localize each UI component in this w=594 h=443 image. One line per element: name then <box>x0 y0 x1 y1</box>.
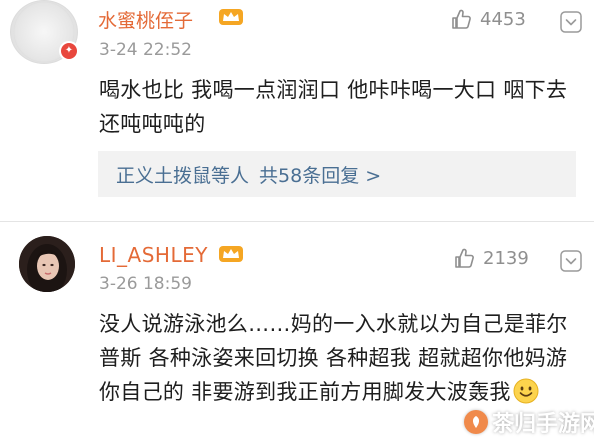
like-count: 4453 <box>480 8 526 30</box>
chevron-down-icon[interactable] <box>560 250 582 272</box>
comment-text: 没人说游泳池么……妈的一入水就以为自己是菲尔普斯 各种泳姿来回切换 各种超我 超… <box>99 312 568 404</box>
vip-crown-icon <box>219 9 243 25</box>
like-thumb-icon <box>452 9 471 29</box>
smile-emoji-icon <box>513 378 539 404</box>
watermark-logo-icon <box>464 410 488 434</box>
commenter-username[interactable]: 水蜜桃侄子 <box>98 6 193 33</box>
site-watermark: 茶归手游网 <box>464 406 594 438</box>
like-button[interactable]: 4453 <box>450 8 526 30</box>
watermark-text: 茶归手游网 <box>492 412 594 437</box>
reply-names: 正义土拨鼠等人 <box>116 164 250 187</box>
comment-text: 喝水也比 我喝一点润润口 他咔咔喝一大口 咽下去还吨吨吨的 <box>99 78 568 136</box>
commenter-avatar[interactable] <box>19 236 75 292</box>
chevron-down-icon[interactable] <box>560 11 582 33</box>
like-count: 2139 <box>483 247 529 269</box>
verified-badge-icon: ✦ <box>59 41 79 61</box>
comment-text-container: 没人说游泳池么……妈的一入水就以为自己是菲尔普斯 各种泳姿来回切换 各种超我 超… <box>99 307 579 409</box>
like-button[interactable]: 2139 <box>453 247 529 269</box>
vip-crown-icon <box>219 246 243 262</box>
comment-timestamp: 3-26 18:59 <box>99 274 192 294</box>
comment-divider <box>0 221 594 222</box>
commenter-username[interactable]: LI_ASHLEY <box>99 243 208 267</box>
like-thumb-icon <box>455 248 474 268</box>
reply-summary-link[interactable]: 正义土拨鼠等人 共58条回复 > <box>98 151 576 197</box>
reply-count: 共58条回复 > <box>259 164 382 187</box>
comment-timestamp: 3-24 22:52 <box>99 40 192 60</box>
